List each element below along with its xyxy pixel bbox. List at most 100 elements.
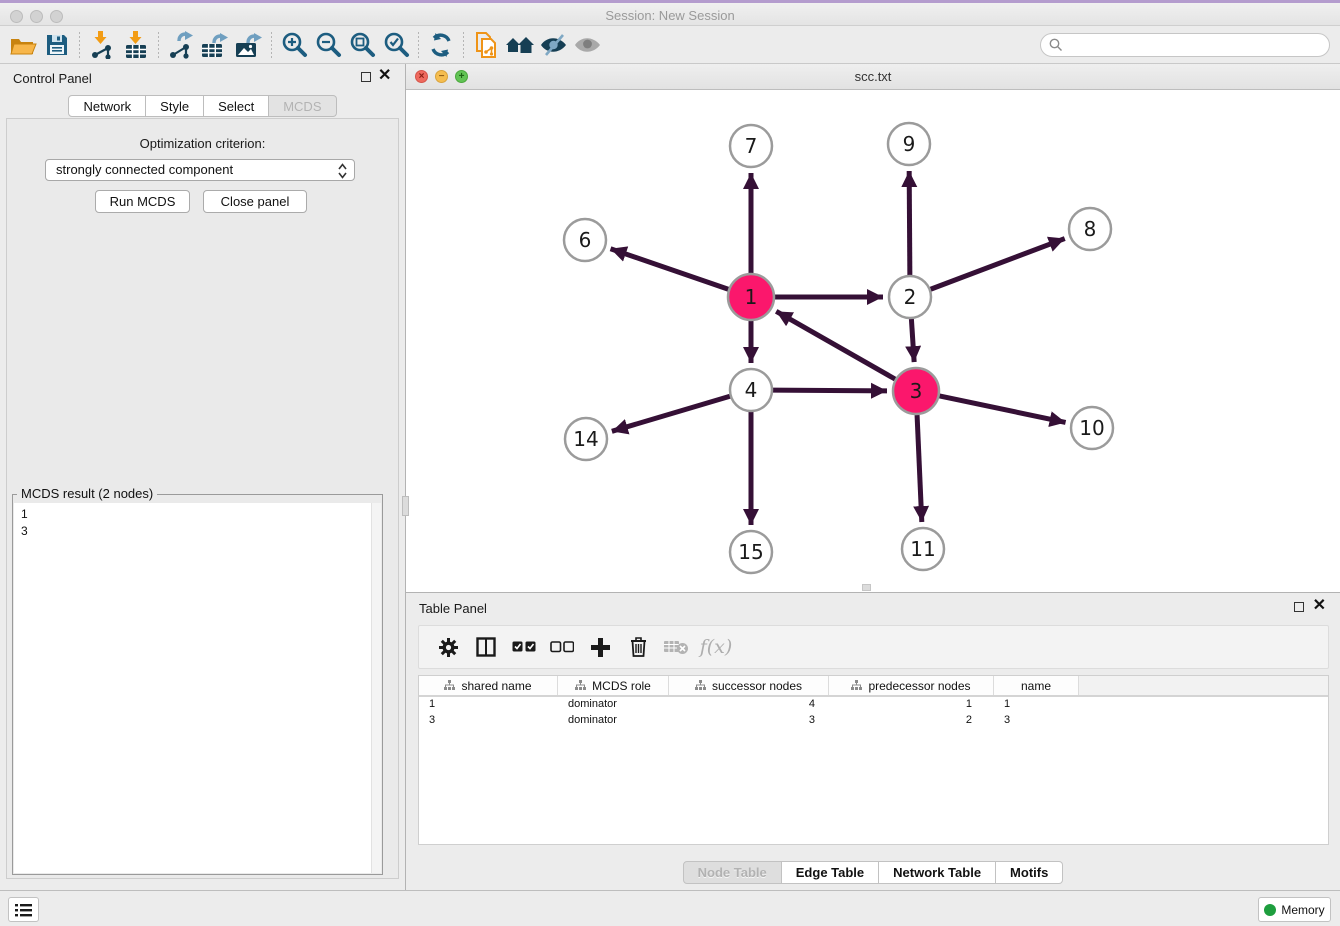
graph-node-10[interactable]: 10 [1071,407,1113,449]
column-header-predecessor-nodes[interactable]: predecessor nodes [829,676,994,695]
export-table-button[interactable] [198,30,232,60]
tab-network[interactable]: Network [68,95,146,117]
graph-node-label: 14 [573,427,598,451]
graph-node-3[interactable]: 3 [893,368,939,414]
result-scrollbar[interactable] [371,503,381,873]
table-row[interactable]: 1 dominator 4 1 1 [419,697,1328,713]
delete-table-button[interactable] [657,631,695,663]
graph-node-label: 4 [745,378,758,402]
zoom-in-button[interactable] [277,30,311,60]
memory-button[interactable]: Memory [1258,897,1331,922]
close-table-panel-icon[interactable]: ✕ [1313,598,1326,614]
network-canvas[interactable]: 7 9 6 8 1 2 4 3 14 10 15 11 [406,90,1340,592]
open-session-button[interactable] [6,30,40,60]
memory-label: Memory [1281,903,1324,917]
close-panel-icon[interactable]: ✕ [378,68,391,84]
graph-edge-1-6[interactable] [611,249,729,289]
table-row[interactable]: 3 dominator 3 2 3 [419,713,1328,729]
graph-node-6[interactable]: 6 [564,219,606,261]
zoom-fit-button[interactable] [345,30,379,60]
hide-details-button[interactable] [537,30,571,60]
column-header-successor-nodes[interactable]: successor nodes [669,676,829,695]
tab-edge-table[interactable]: Edge Table [782,861,879,884]
graph-edge-3-11[interactable] [917,415,922,522]
mcds-result-text[interactable]: 1 3 [14,503,381,873]
table-toolbar: f(x) [418,625,1329,669]
zoom-selected-button[interactable] [379,30,413,60]
save-session-icon [45,33,69,57]
network-graph[interactable]: 7 9 6 8 1 2 4 3 14 10 15 11 [406,90,1340,592]
search-input[interactable] [1040,33,1330,57]
graph-node-15[interactable]: 15 [730,531,772,573]
graph-edge-2-3[interactable] [911,319,914,362]
export-network-button[interactable] [164,30,198,60]
float-panel-icon[interactable] [361,72,371,82]
graph-node-11[interactable]: 11 [902,528,944,570]
mcds-result-box: MCDS result (2 nodes) 1 3 [12,494,383,875]
splitter-handle[interactable] [862,584,871,591]
graph-node-2[interactable]: 2 [889,276,931,318]
import-network-icon [89,31,115,59]
save-session-button[interactable] [40,30,74,60]
splitter-handle[interactable] [402,496,409,516]
optimization-criterion-select[interactable]: strongly connected component [45,159,355,181]
export-network-icon [167,31,195,59]
column-header-mcds-role[interactable]: MCDS role [558,676,669,695]
network-window-titlebar[interactable]: × − + scc.txt [406,64,1340,90]
home-button[interactable] [503,30,537,60]
search-box [1040,33,1330,57]
result-line: 1 [21,506,381,523]
import-table-button[interactable] [119,30,153,60]
zoom-out-button[interactable] [311,30,345,60]
memory-status-icon [1264,904,1276,916]
refresh-layout-button[interactable] [424,30,458,60]
export-image-button[interactable] [232,30,266,60]
graph-node-14[interactable]: 14 [565,418,607,460]
column-header-name[interactable]: name [994,676,1079,695]
tab-style[interactable]: Style [146,95,204,117]
control-panel-tabs: Network Style Select MCDS [0,95,405,117]
graph-node-1[interactable]: 1 [728,274,774,320]
optimization-criterion-label: Optimization criterion: [7,136,398,151]
duplicate-network-button[interactable] [469,30,503,60]
duplicate-network-icon [473,31,499,59]
import-network-button[interactable] [85,30,119,60]
graph-node-9[interactable]: 9 [888,123,930,165]
add-column-button[interactable] [581,631,619,663]
graph-edge-2-8[interactable] [931,239,1065,290]
split-columns-button[interactable] [467,631,505,663]
graph-edge-4-14[interactable] [612,396,730,431]
export-image-icon [234,31,264,59]
node-table: shared name MCDS role successor nodes pr… [418,675,1329,845]
attribute-type-icon [575,680,586,691]
graph-edge-3-1[interactable] [776,311,895,379]
task-history-button[interactable] [8,897,39,922]
apply-function-button[interactable]: f(x) [695,631,733,663]
close-panel-button[interactable]: Close panel [203,190,307,213]
control-panel-title: Control Panel [13,71,92,86]
refresh-layout-icon [428,32,454,58]
graph-edge-2-9[interactable] [909,171,910,275]
tab-motifs[interactable]: Motifs [996,861,1063,884]
session-title: Session: New Session [0,8,1340,23]
tab-network-table[interactable]: Network Table [879,861,996,884]
float-table-panel-icon[interactable] [1294,602,1304,612]
column-header-shared-name[interactable]: shared name [419,676,558,695]
graph-edge-3-10[interactable] [939,396,1065,423]
show-details-button[interactable] [571,30,605,60]
tab-node-table[interactable]: Node Table [683,861,782,884]
delete-table-icon [663,639,689,655]
tab-select[interactable]: Select [204,95,269,117]
table-settings-gear-icon [439,638,458,657]
graph-node-8[interactable]: 8 [1069,208,1111,250]
tab-mcds[interactable]: MCDS [269,95,336,117]
select-all-button[interactable] [505,631,543,663]
run-mcds-button[interactable]: Run MCDS [95,190,190,213]
graph-node-7[interactable]: 7 [730,125,772,167]
graph-edge-4-3[interactable] [773,390,887,391]
app-titlebar: Session: New Session [0,0,1340,26]
delete-column-button[interactable] [619,631,657,663]
table-settings-button[interactable] [429,631,467,663]
deselect-all-button[interactable] [543,631,581,663]
graph-node-4[interactable]: 4 [730,369,772,411]
